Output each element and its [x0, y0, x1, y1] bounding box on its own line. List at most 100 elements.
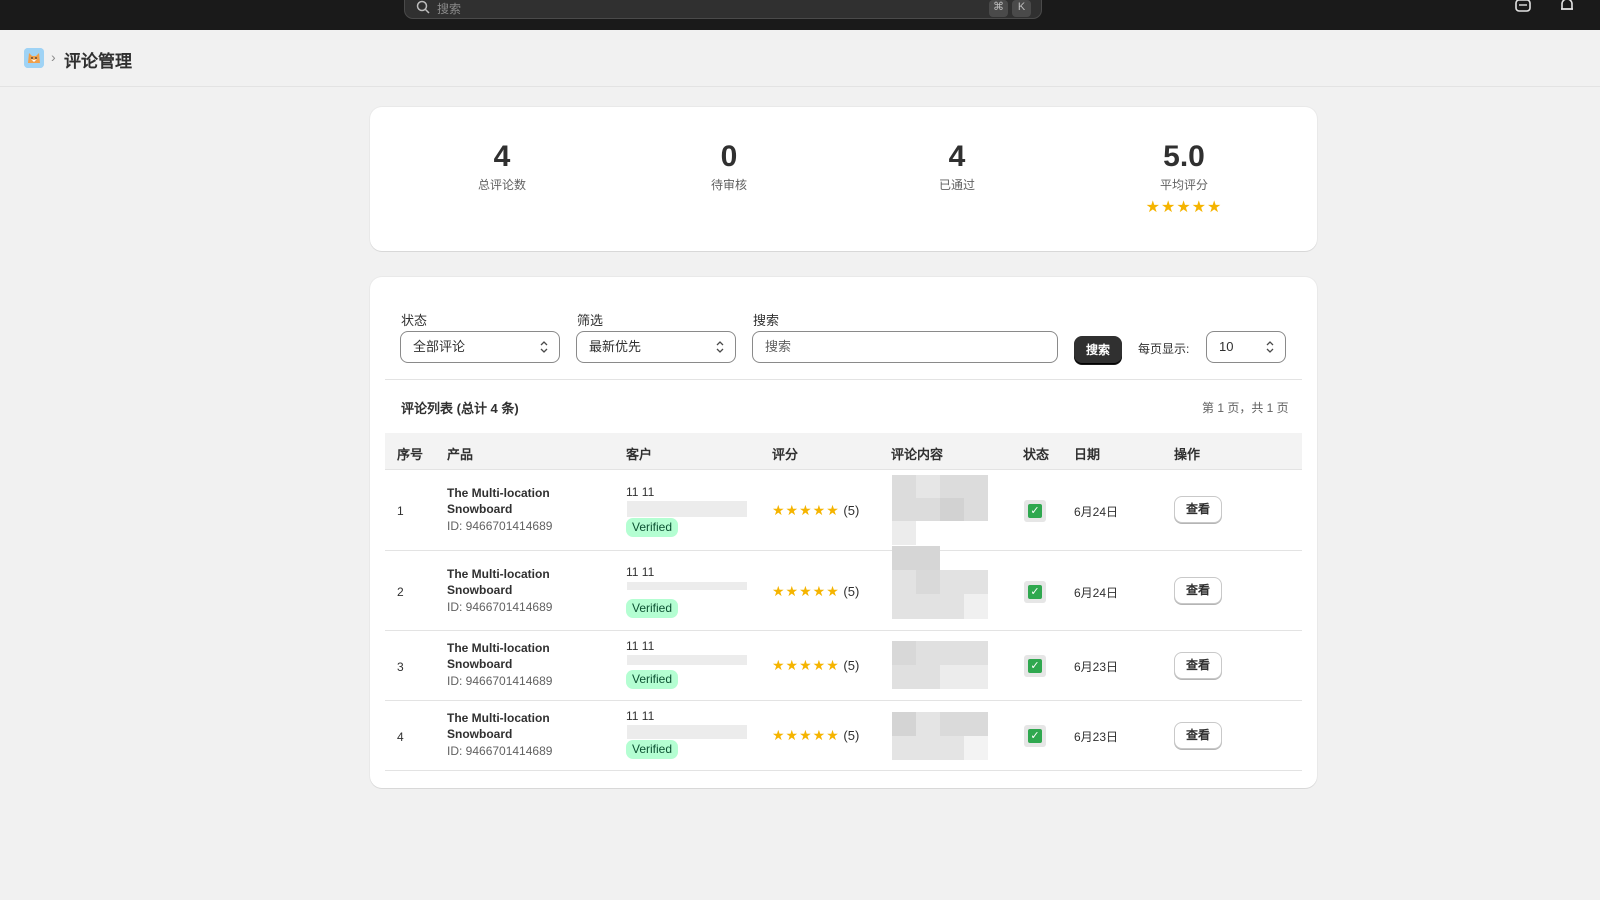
- filter-divider: [385, 379, 1302, 380]
- redacted-review-content: [892, 641, 988, 689]
- rating-value: (5): [843, 658, 860, 673]
- row-index: 3: [397, 660, 404, 674]
- table-row: 4 The Multi-location Snowboard ID: 94667…: [385, 701, 1302, 771]
- redacted-email: [627, 725, 747, 739]
- product-name[interactable]: The Multi-location Snowboard: [447, 485, 607, 517]
- stat-pending: 0 待审核: [629, 140, 829, 193]
- rating: ★★★★★ (5): [772, 502, 859, 519]
- verified-badge: Verified: [626, 599, 679, 618]
- redacted-review-content: [892, 475, 988, 550]
- shortcut-cmd-key: ⌘: [989, 0, 1008, 17]
- stat-approved: 4 已通过: [857, 140, 1057, 193]
- product-id: ID: 9466701414689: [447, 600, 553, 614]
- search-input[interactable]: 搜索: [752, 331, 1058, 363]
- redacted-email: [627, 582, 747, 590]
- stat-total-label: 总评论数: [477, 178, 526, 192]
- rating-stars: ★★★★★: [772, 727, 840, 743]
- customer-name: 11 11: [626, 639, 655, 653]
- pagination-info: 第 1 页，共 1 页: [1202, 401, 1289, 415]
- top-bar: 搜索 ⌘ K: [0, 0, 1600, 30]
- table-header: 序号 产品 客户 评分 评论内容 状态 日期 操作: [385, 433, 1302, 470]
- status-approved: ✓: [1024, 725, 1046, 747]
- stat-approved-value: 4: [948, 140, 966, 173]
- search-input-placeholder: 搜索: [765, 339, 792, 354]
- stat-average: 5.0 平均评分 ★★★★★: [1084, 140, 1284, 217]
- breadcrumb-separator: ›: [51, 49, 56, 65]
- view-button[interactable]: 查看: [1174, 652, 1222, 679]
- stat-total-value: 4: [493, 140, 511, 173]
- review-list-title: 评论列表 (总计 4 条): [401, 401, 519, 416]
- view-button[interactable]: 查看: [1174, 722, 1222, 749]
- column-header-rating: 评分: [772, 447, 799, 462]
- product-id: ID: 9466701414689: [447, 674, 553, 688]
- product-name[interactable]: The Multi-location Snowboard: [447, 566, 607, 598]
- column-header-product: 产品: [447, 447, 474, 462]
- view-button[interactable]: 查看: [1174, 577, 1222, 604]
- column-header-customer: 客户: [626, 447, 653, 462]
- search-icon: [416, 0, 430, 14]
- review-date: 6月24日: [1074, 505, 1119, 519]
- reviews-card: 状态 全部评论 筛选 最新优先 搜索 搜索 搜索 每页显示: 10 评论列表 (…: [370, 277, 1317, 788]
- verified-badge: Verified: [626, 518, 679, 537]
- redacted-review-content: [892, 546, 988, 619]
- global-search-placeholder: 搜索: [437, 2, 462, 16]
- bell-icon[interactable]: [1558, 0, 1576, 14]
- rating: ★★★★★ (5): [772, 727, 859, 744]
- status-filter-label: 状态: [401, 313, 428, 328]
- view-button[interactable]: 查看: [1174, 496, 1222, 523]
- review-date: 6月24日: [1074, 586, 1119, 600]
- table-row: 3 The Multi-location Snowboard ID: 94667…: [385, 631, 1302, 701]
- row-index: 4: [397, 730, 404, 744]
- row-index: 1: [397, 504, 404, 518]
- store-icon[interactable]: [1514, 0, 1532, 14]
- redacted-email: [627, 501, 747, 517]
- per-page-value: 10: [1219, 339, 1234, 354]
- average-rating-stars: ★★★★★: [1145, 199, 1223, 216]
- stat-average-label: 平均评分: [1159, 178, 1208, 192]
- status-filter-value: 全部评论: [413, 339, 466, 354]
- redacted-review-content: [892, 712, 988, 760]
- rating-stars: ★★★★★: [772, 583, 840, 599]
- rating-value: (5): [843, 584, 860, 599]
- rating: ★★★★★ (5): [772, 657, 859, 674]
- per-page-select[interactable]: 10: [1206, 331, 1286, 363]
- product-id: ID: 9466701414689: [447, 744, 553, 758]
- product-id: ID: 9466701414689: [447, 519, 553, 533]
- column-header-content: 评论内容: [891, 447, 944, 462]
- app-logo-icon[interactable]: [24, 48, 44, 68]
- verified-badge: Verified: [626, 670, 679, 689]
- search-button[interactable]: 搜索: [1074, 336, 1122, 364]
- sort-filter-label: 筛选: [577, 313, 604, 328]
- verified-badge: Verified: [626, 740, 679, 759]
- product-name[interactable]: The Multi-location Snowboard: [447, 640, 607, 672]
- redacted-email: [627, 655, 747, 665]
- product-name[interactable]: The Multi-location Snowboard: [447, 710, 607, 742]
- customer-name: 11 11: [626, 709, 655, 723]
- status-approved: ✓: [1024, 655, 1046, 677]
- review-date: 6月23日: [1074, 730, 1119, 744]
- rating-stars: ★★★★★: [772, 657, 840, 673]
- chevron-updown-icon: [1266, 341, 1274, 353]
- per-page-label: 每页显示:: [1138, 342, 1190, 356]
- rating-value: (5): [843, 503, 860, 518]
- rating: ★★★★★ (5): [772, 583, 859, 600]
- global-search-input[interactable]: 搜索 ⌘ K: [404, 0, 1042, 19]
- checkmark-icon: ✓: [1028, 729, 1042, 743]
- search-field-label: 搜索: [753, 313, 780, 328]
- status-filter-select[interactable]: 全部评论: [400, 331, 560, 363]
- status-approved: ✓: [1024, 500, 1046, 522]
- sort-filter-select[interactable]: 最新优先: [576, 331, 736, 363]
- table-row: 2 The Multi-location Snowboard ID: 94667…: [385, 546, 1302, 631]
- stat-pending-value: 0: [720, 140, 738, 173]
- customer-name: 11 11: [626, 485, 655, 499]
- review-date: 6月23日: [1074, 660, 1119, 674]
- row-index: 2: [397, 585, 404, 599]
- page-title: 评论管理: [64, 52, 132, 71]
- chevron-updown-icon: [716, 341, 724, 353]
- stat-total: 4 总评论数: [402, 140, 602, 193]
- checkmark-icon: ✓: [1028, 585, 1042, 599]
- rating-stars: ★★★★★: [772, 502, 840, 518]
- stat-average-value: 5.0: [1163, 140, 1205, 173]
- stat-pending-label: 待审核: [710, 178, 747, 192]
- sort-filter-value: 最新优先: [589, 339, 642, 354]
